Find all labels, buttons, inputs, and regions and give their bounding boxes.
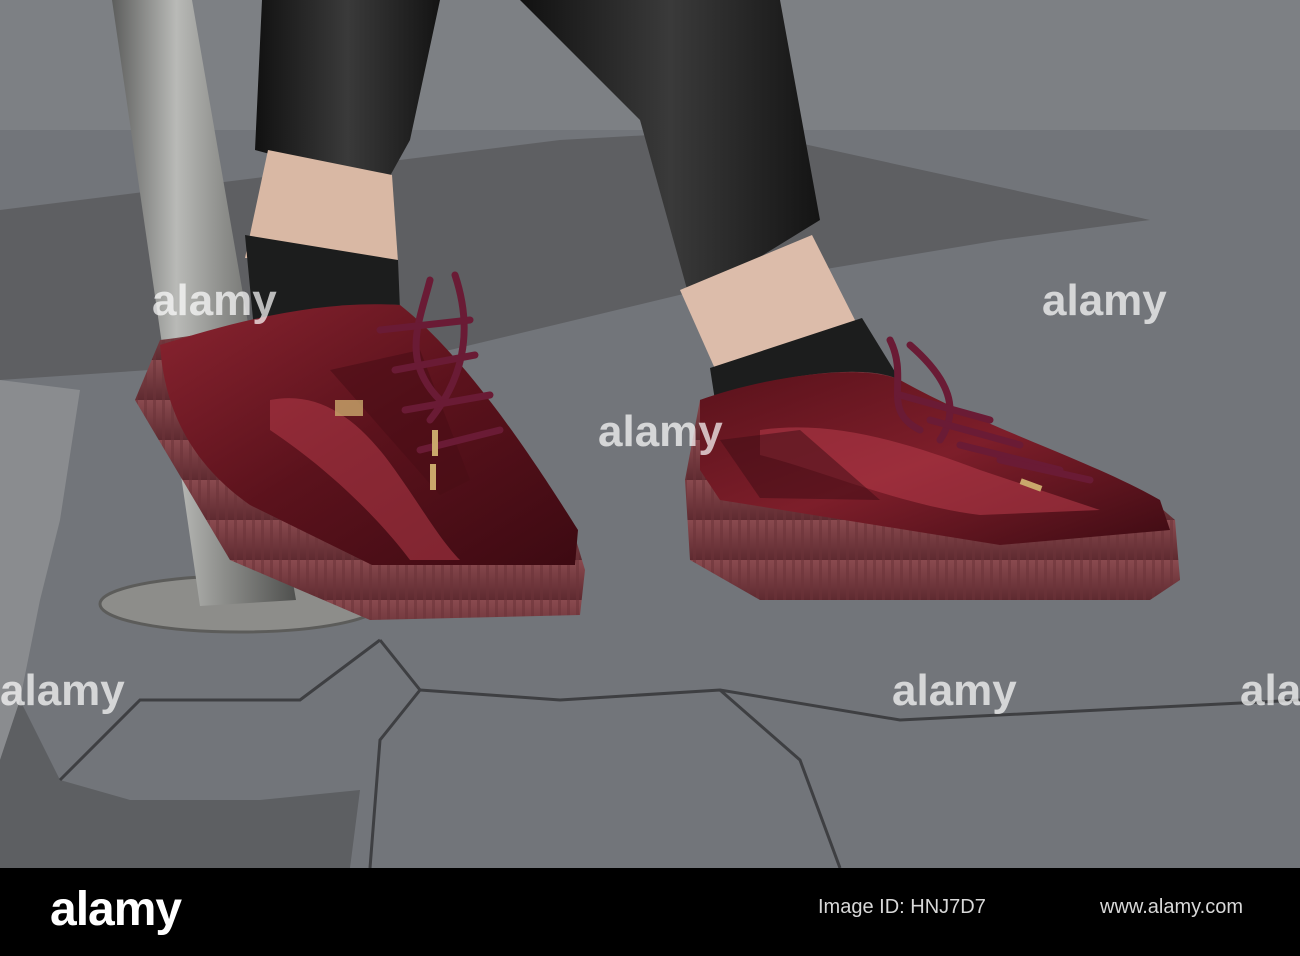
alamy-logo: alamy <box>50 883 182 936</box>
watermark: alamy <box>0 666 125 715</box>
street-photo: alamy alamy alamy alamy alamy alamy <box>0 0 1300 868</box>
photo-illustration: alamy alamy alamy alamy alamy alamy <box>0 0 1300 868</box>
watermark: alamy <box>1240 666 1300 715</box>
watermark: alamy <box>1042 276 1167 325</box>
watermark: alamy <box>598 407 723 456</box>
stock-footer: alamy Image ID: HNJ7D7 www.alamy.com <box>0 868 1300 956</box>
image-id-label: Image ID: HNJ7D7 <box>818 896 986 918</box>
watermark: alamy <box>892 666 1017 715</box>
footer-url: www.alamy.com <box>1100 896 1243 918</box>
watermark: alamy <box>152 276 277 325</box>
